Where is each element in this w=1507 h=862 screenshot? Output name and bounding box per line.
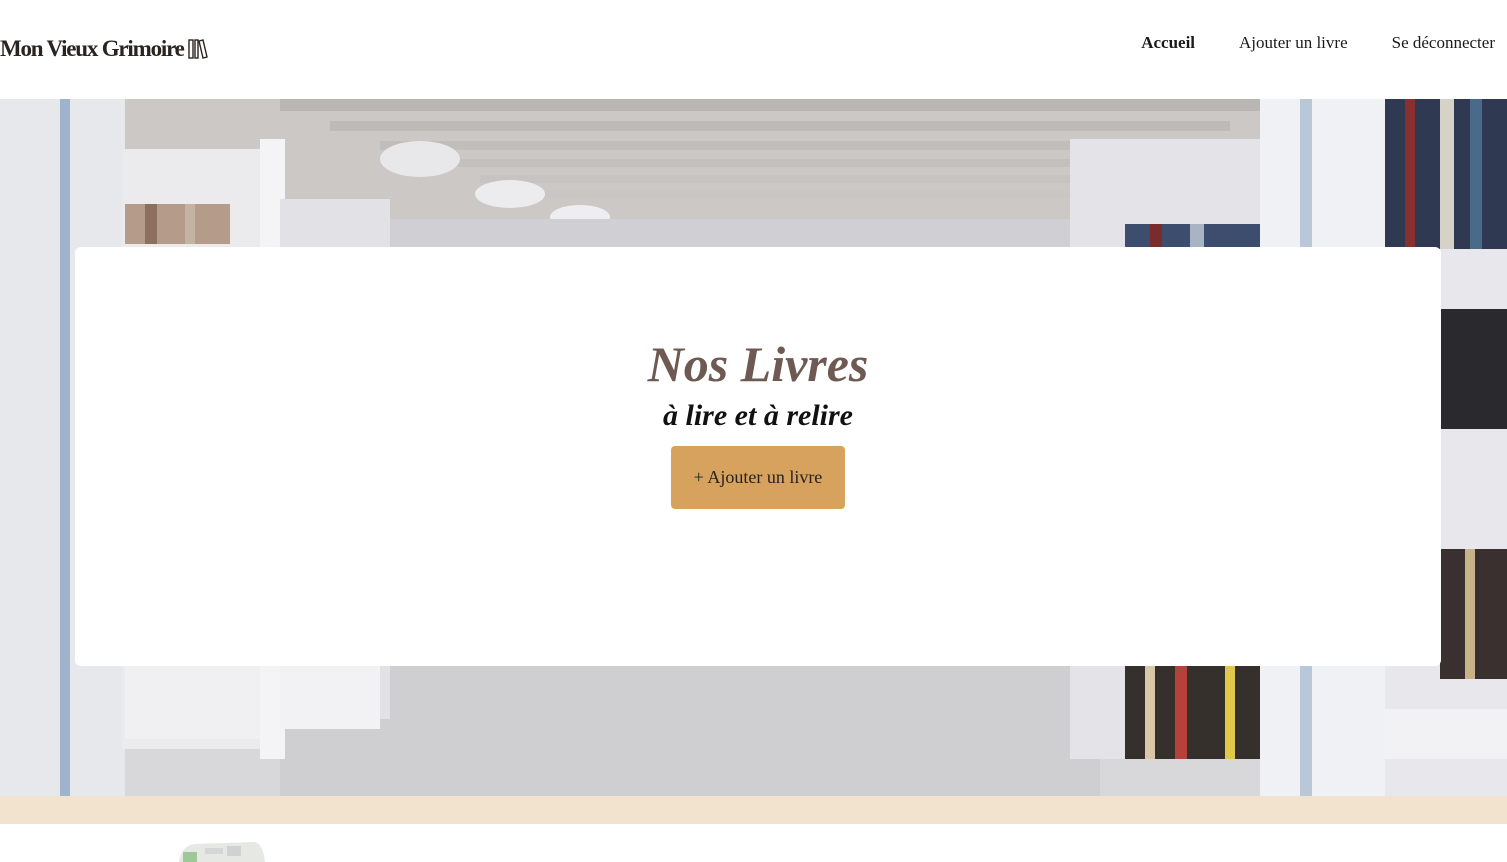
book-cover-thumbnail[interactable] bbox=[175, 842, 267, 862]
page-subtitle: à lire et à relire bbox=[663, 399, 853, 432]
hero-card: Nos Livres à lire et à relire + Ajouter … bbox=[75, 247, 1441, 666]
main-nav: Accueil Ajouter un livre Se déconnecter bbox=[1141, 33, 1495, 53]
nav-se-deconnecter[interactable]: Se déconnecter bbox=[1392, 33, 1495, 53]
hero-banner: Nos Livres à lire et à relire + Ajouter … bbox=[0, 99, 1507, 796]
page-title: Nos Livres bbox=[647, 336, 869, 392]
site-header: Mon Vieux Grimoire Accueil Ajouter un li… bbox=[0, 0, 1507, 99]
logo-text: Mon Vieux Grimoire bbox=[0, 36, 185, 61]
nav-accueil[interactable]: Accueil bbox=[1141, 33, 1195, 53]
books-icon bbox=[187, 39, 208, 59]
logo[interactable]: Mon Vieux Grimoire bbox=[0, 34, 208, 64]
section-divider-band bbox=[0, 796, 1507, 824]
add-book-button[interactable]: + Ajouter un livre bbox=[671, 446, 845, 509]
nav-ajouter-livre[interactable]: Ajouter un livre bbox=[1239, 33, 1348, 53]
